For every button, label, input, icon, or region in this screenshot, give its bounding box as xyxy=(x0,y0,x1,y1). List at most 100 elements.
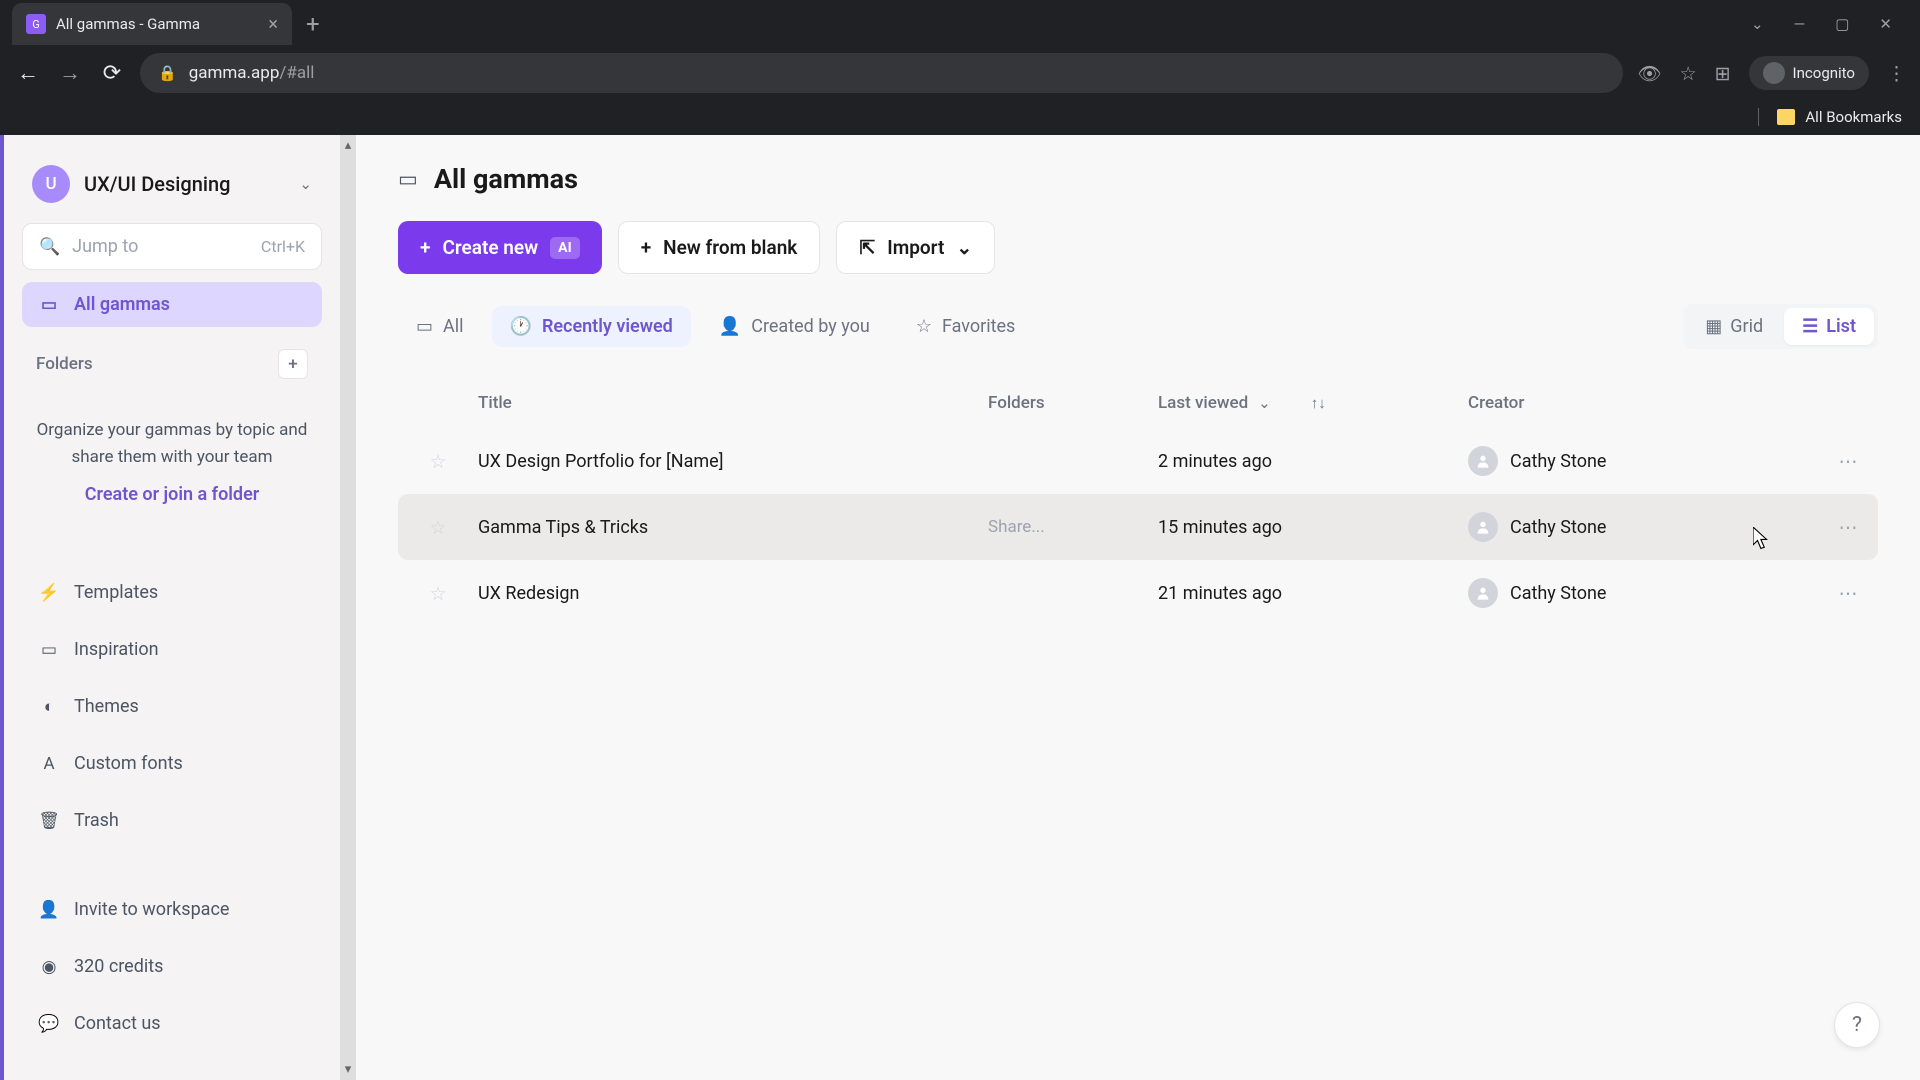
add-folder-button[interactable]: + xyxy=(278,349,308,379)
column-folders[interactable]: Folders xyxy=(988,393,1158,413)
main-content: ▭ All gammas + Create new AI + New from … xyxy=(356,135,1920,1080)
sidebar-item-inspiration[interactable]: ▭ Inspiration xyxy=(22,627,322,672)
ai-badge: AI xyxy=(550,237,580,259)
favicon: G xyxy=(26,14,46,34)
scroll-up-icon: ▴ xyxy=(345,138,352,153)
tab-created-by-you[interactable]: 👤 Created by you xyxy=(701,306,888,347)
table-row[interactable]: ☆ UX Redesign 21 minutes ago Cathy Stone… xyxy=(398,560,1878,626)
row-last-viewed: 21 minutes ago xyxy=(1158,583,1468,604)
close-window-icon[interactable]: ✕ xyxy=(1879,15,1892,33)
sidebar: U UX/UI Designing ⌄ 🔍 Jump to Ctrl+K ▭ A… xyxy=(0,135,340,1080)
workspace-selector[interactable]: U UX/UI Designing ⌄ xyxy=(22,157,322,211)
bookmarks-bar: All Bookmarks xyxy=(0,98,1920,135)
menu-icon[interactable]: ⋮ xyxy=(1887,62,1906,85)
folders-header: Folders + xyxy=(22,339,322,389)
tab-title: All gammas - Gamma xyxy=(56,15,258,33)
nav-bar: ← → ⟳ 🔒 gamma.app/#all 👁 ☆ ⊞ Incognito ⋮ xyxy=(0,48,1920,98)
sidebar-item-trash[interactable]: 🗑 Trash xyxy=(22,798,322,843)
favorite-star-button[interactable]: ☆ xyxy=(398,450,478,473)
minimize-icon[interactable]: — xyxy=(1794,15,1806,33)
favorite-star-button[interactable]: ☆ xyxy=(398,516,478,539)
table-row[interactable]: ☆ UX Design Portfolio for [Name] 2 minut… xyxy=(398,428,1878,494)
user-icon: 👤 xyxy=(719,316,741,337)
sidebar-item-themes[interactable]: ◐ Themes xyxy=(22,684,322,729)
row-title: Gamma Tips & Tricks xyxy=(478,517,988,538)
star-icon[interactable]: ☆ xyxy=(1680,62,1697,85)
tab-favorites[interactable]: ☆ Favorites xyxy=(898,306,1034,347)
sidebar-item-all-gammas[interactable]: ▭ All gammas xyxy=(22,282,322,327)
sidebar-item-templates[interactable]: ⚡ Templates xyxy=(22,570,322,615)
nav-right: 👁 ☆ ⊞ Incognito ⋮ xyxy=(1637,56,1906,90)
row-more-button[interactable]: ⋯ xyxy=(1818,450,1878,473)
sidebar-scrollbar[interactable]: ▴ ▾ xyxy=(340,135,356,1080)
workspace-avatar: U xyxy=(32,165,70,203)
row-creator: Cathy Stone xyxy=(1468,578,1818,608)
avatar xyxy=(1468,446,1498,476)
view-grid-button[interactable]: ▦ Grid xyxy=(1687,308,1781,345)
star-icon: ☆ xyxy=(916,316,932,337)
forward-button[interactable]: → xyxy=(56,60,84,86)
column-title[interactable]: Title xyxy=(478,393,988,413)
row-title: UX Redesign xyxy=(478,583,988,604)
workspace-name: UX/UI Designing xyxy=(84,172,285,196)
column-creator[interactable]: Creator xyxy=(1468,393,1818,413)
row-last-viewed: 15 minutes ago xyxy=(1158,517,1468,538)
import-button[interactable]: ⇱ Import ⌄ xyxy=(836,221,995,274)
app-container: U UX/UI Designing ⌄ 🔍 Jump to Ctrl+K ▭ A… xyxy=(0,135,1920,1080)
help-button[interactable]: ? xyxy=(1834,1002,1880,1048)
avatar xyxy=(1468,578,1498,608)
sidebar-item-contact[interactable]: 💬 Contact us xyxy=(22,1001,322,1046)
row-folders[interactable]: Share... xyxy=(988,517,1158,537)
sidebar-item-credits[interactable]: ◉ 320 credits xyxy=(22,944,322,989)
maximize-icon[interactable]: ▢ xyxy=(1835,15,1849,33)
chat-icon: 💬 xyxy=(38,1014,60,1034)
clock-icon: 🕐 xyxy=(510,316,532,337)
chevron-down-icon: ⌄ xyxy=(956,236,972,259)
table-header: Title Folders Last viewed ⌄ ↑↓ Creator xyxy=(398,379,1878,428)
close-icon[interactable]: × xyxy=(268,14,278,35)
sidebar-item-invite[interactable]: 👤 Invite to workspace xyxy=(22,887,322,932)
reload-button[interactable]: ⟳ xyxy=(98,61,126,86)
column-last-viewed[interactable]: Last viewed ⌄ ↑↓ xyxy=(1158,393,1468,413)
tab-bar: G All gammas - Gamma × + ⌄ — ▢ ✕ xyxy=(0,0,1920,48)
tab-all[interactable]: ▭ All xyxy=(398,306,482,347)
scroll-down-icon: ▾ xyxy=(345,1062,352,1077)
back-button[interactable]: ← xyxy=(14,60,42,86)
table-row[interactable]: ☆ Gamma Tips & Tricks Share... 15 minute… xyxy=(398,494,1878,560)
favorite-star-button[interactable]: ☆ xyxy=(398,582,478,605)
incognito-badge[interactable]: Incognito xyxy=(1749,56,1869,90)
chevron-down-icon: ⌄ xyxy=(1258,394,1271,412)
browser-tab[interactable]: G All gammas - Gamma × xyxy=(12,3,292,45)
view-list-button[interactable]: ☰ List xyxy=(1784,308,1874,345)
row-creator: Cathy Stone xyxy=(1468,512,1818,542)
row-creator: Cathy Stone xyxy=(1468,446,1818,476)
tab-recently-viewed[interactable]: 🕐 Recently viewed xyxy=(492,306,691,347)
chevron-down-icon[interactable]: ⌄ xyxy=(1751,15,1764,33)
page-title: All gammas xyxy=(434,163,578,195)
create-new-button[interactable]: + Create new AI xyxy=(398,221,602,274)
row-title: UX Design Portfolio for [Name] xyxy=(478,451,988,472)
plus-icon: + xyxy=(420,236,430,259)
all-bookmarks-button[interactable]: All Bookmarks xyxy=(1758,108,1902,126)
eye-off-icon[interactable]: 👁 xyxy=(1637,62,1661,85)
new-blank-button[interactable]: + New from blank xyxy=(618,221,821,274)
row-more-button[interactable]: ⋯ xyxy=(1818,582,1878,605)
trash-icon: 🗑 xyxy=(38,811,60,831)
search-input[interactable]: 🔍 Jump to Ctrl+K xyxy=(22,223,322,270)
lightning-icon: ⚡ xyxy=(38,583,60,603)
create-folder-link[interactable]: Create or join a folder xyxy=(34,481,310,510)
plus-icon: + xyxy=(641,236,651,259)
user-plus-icon: 👤 xyxy=(38,900,60,920)
row-last-viewed: 2 minutes ago xyxy=(1158,451,1468,472)
lock-icon: 🔒 xyxy=(158,64,177,82)
filter-tabs: ▭ All 🕐 Recently viewed 👤 Created by you… xyxy=(398,306,1033,347)
browser-chrome: G All gammas - Gamma × + ⌄ — ▢ ✕ ← → ⟳ 🔒… xyxy=(0,0,1920,135)
sidebar-item-custom-fonts[interactable]: A Custom fonts xyxy=(22,741,322,786)
book-icon: ▭ xyxy=(38,640,60,660)
view-toggle: ▦ Grid ☰ List xyxy=(1683,304,1878,349)
search-icon: 🔍 xyxy=(39,237,60,257)
extensions-icon[interactable]: ⊞ xyxy=(1715,62,1731,85)
new-tab-button[interactable]: + xyxy=(306,10,320,38)
url-bar[interactable]: 🔒 gamma.app/#all xyxy=(140,53,1623,93)
row-more-button[interactable]: ⋯ xyxy=(1818,516,1878,539)
